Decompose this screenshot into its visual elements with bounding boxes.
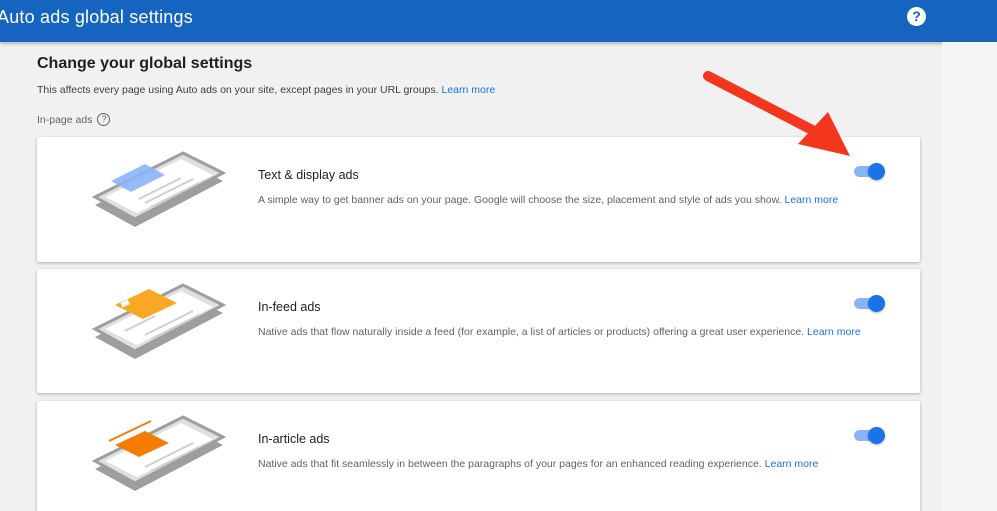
phone-banner-illustration-icon [91, 151, 227, 227]
settings-subtext: This affects every page using Auto ads o… [37, 84, 495, 96]
subtext-learn-more-link[interactable]: Learn more [442, 84, 496, 96]
toggle-knob [868, 295, 885, 312]
card-description: A simple way to get banner ads on your p… [258, 192, 868, 209]
card-learn-more-link[interactable]: Learn more [784, 194, 838, 206]
right-margin [942, 42, 997, 511]
card-description-text: A simple way to get banner ads on your p… [258, 194, 782, 206]
help-icon[interactable]: ? [907, 7, 926, 26]
card-description-text: Native ads that fit seamlessly in betwee… [258, 458, 762, 470]
section-label-text: In-page ads [37, 113, 93, 126]
card-description: Native ads that flow naturally inside a … [258, 324, 868, 341]
phone-article-illustration-icon [91, 415, 227, 491]
card-in-feed-ads: In-feed ads Native ads that flow natural… [37, 269, 920, 393]
card-description-text: Native ads that flow naturally inside a … [258, 326, 805, 338]
card-title: In-article ads [258, 432, 330, 446]
in-article-ads-toggle[interactable] [854, 427, 886, 444]
red-arrow-annotation-icon [703, 71, 850, 156]
card-in-article-ads: In-article ads Native ads that fit seaml… [37, 401, 920, 511]
subtext-body: This affects every page using Auto ads o… [37, 84, 439, 96]
card-description: Native ads that fit seamlessly in betwee… [258, 456, 868, 473]
settings-heading: Change your global settings [37, 55, 253, 72]
help-circle-icon[interactable]: ? [97, 113, 111, 126]
card-title: In-feed ads [258, 300, 321, 314]
card-learn-more-link[interactable]: Learn more [807, 326, 861, 338]
card-learn-more-link[interactable]: Learn more [765, 458, 819, 470]
in-feed-ads-toggle[interactable] [854, 295, 886, 312]
page-title: Auto ads global settings [0, 7, 193, 27]
card-title: Text & display ads [258, 168, 359, 182]
top-app-bar: Auto ads global settings ? [0, 0, 997, 42]
toggle-knob [868, 427, 885, 444]
phone-feed-illustration-icon [91, 283, 227, 359]
in-page-ads-label: In-page ads ? [37, 113, 111, 126]
